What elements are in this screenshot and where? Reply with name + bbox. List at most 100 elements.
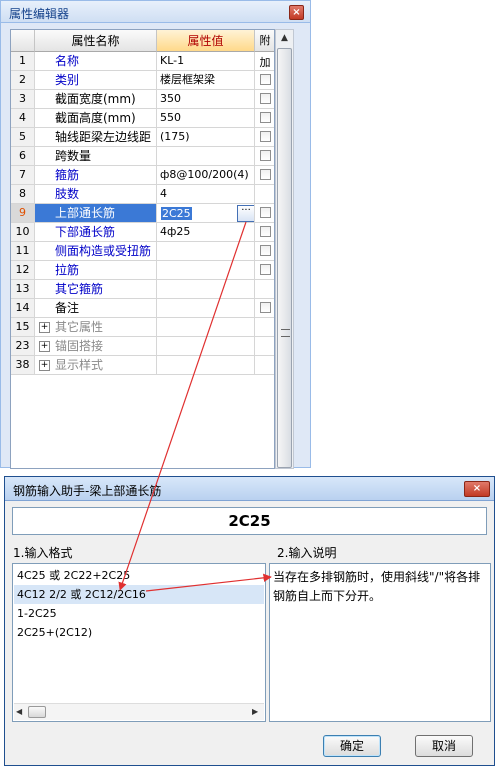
header-extra[interactable]: 附加 [255,30,274,69]
property-row[interactable]: 6 跨数量 [11,147,274,166]
ellipsis-button[interactable]: ··· [237,205,254,222]
property-value[interactable]: ф8@100/200(4) [157,166,255,185]
extra-checkbox[interactable] [260,207,271,218]
property-value[interactable] [157,147,255,166]
property-row[interactable]: 13 其它箍筋 [11,280,274,299]
extra-cell [255,299,274,318]
property-value[interactable] [157,318,255,337]
property-row[interactable]: 10 下部通长筋 4ф25 [11,223,274,242]
property-row[interactable]: 2 类别 楼层框架梁 [11,71,274,90]
property-value-editor[interactable]: 2C25 [161,207,192,220]
header-property-name[interactable]: 属性名称 [35,30,157,52]
expand-icon[interactable]: + [39,360,50,371]
property-name[interactable]: 截面宽度(mm) [35,90,157,109]
property-row[interactable]: 38 + 显示样式 [11,356,274,375]
row-number: 14 [11,299,35,318]
property-name[interactable]: 侧面构造或受扭筋 [35,242,157,261]
extra-checkbox[interactable] [260,150,271,161]
property-value[interactable]: 4 [157,185,255,204]
property-row[interactable]: 9 上部通长筋 2C25 ··· [11,204,274,223]
extra-checkbox[interactable] [260,74,271,85]
property-value[interactable]: 4ф25 [157,223,255,242]
property-value[interactable] [157,337,255,356]
extra-checkbox[interactable] [260,112,271,123]
cancel-button[interactable]: 取消 [415,735,473,757]
extra-cell [255,242,274,261]
row-number: 15 [11,318,35,337]
format-item[interactable]: 4C25 或 2C22+2C25 [14,566,264,585]
scroll-left-icon[interactable]: ◀ [16,707,22,716]
property-name[interactable]: + 其它属性 [35,318,157,337]
property-value[interactable] [157,242,255,261]
extra-checkbox[interactable] [260,169,271,180]
property-name[interactable]: 类别 [35,71,157,90]
format-item[interactable]: 2C25+(2C12) [14,623,264,642]
rebar-value-field[interactable]: 2C25 [12,507,487,535]
property-row[interactable]: 7 箍筋 ф8@100/200(4) [11,166,274,185]
scroll-right-icon[interactable]: ▶ [252,707,258,716]
property-row[interactable]: 8 肢数 4 [11,185,274,204]
property-name-text: 箍筋 [55,168,80,182]
format-item[interactable]: 1-2C25 [14,604,264,623]
property-name[interactable]: + 显示样式 [35,356,157,375]
property-value[interactable] [157,280,255,299]
property-name[interactable]: 肢数 [35,185,157,204]
property-name[interactable]: + 锚固搭接 [35,337,157,356]
dialog-close-icon[interactable]: × [464,481,490,497]
property-value[interactable]: 350 [157,90,255,109]
extra-cell [255,261,274,280]
property-value[interactable]: 楼层框架梁 [157,71,255,90]
row-number: 11 [11,242,35,261]
header-property-value[interactable]: 属性值 [157,30,255,52]
scroll-up-icon[interactable]: ▲ [276,30,293,47]
property-value[interactable]: KL-1 [157,52,255,71]
property-row[interactable]: 11 侧面构造或受扭筋 [11,242,274,261]
property-value[interactable] [157,356,255,375]
extra-checkbox[interactable] [260,264,271,275]
property-row[interactable]: 15 + 其它属性 [11,318,274,337]
property-name[interactable]: 备注 [35,299,157,318]
hscroll-thumb[interactable] [28,706,46,718]
property-row[interactable]: 14 备注 [11,299,274,318]
extra-cell [255,128,274,147]
format-list-hscrollbar[interactable]: ◀ ▶ [14,703,264,720]
property-name[interactable]: 拉筋 [35,261,157,280]
property-value[interactable] [157,299,255,318]
property-value[interactable]: 2C25 ··· [157,204,255,223]
property-value[interactable] [157,261,255,280]
property-row[interactable]: 23 + 锚固搭接 [11,337,274,356]
extra-checkbox[interactable] [260,131,271,142]
property-name[interactable]: 名称 [35,52,157,71]
property-name[interactable]: 截面高度(mm) [35,109,157,128]
property-grid: 属性名称 属性值 附加 1 名称 KL-1 2 类别 楼层框架梁 3 截面宽度(mm) 350 4… [10,29,275,469]
property-row[interactable]: 5 轴线距梁左边线距 (175) [11,128,274,147]
property-row[interactable]: 4 截面高度(mm) 550 [11,109,274,128]
description-section-label: 2.输入说明 [277,546,337,560]
extra-checkbox[interactable] [260,245,271,256]
format-list[interactable]: 4C25 或 2C22+2C25 4C12 2/2 或 2C12/2C16 1-… [12,563,266,722]
property-row[interactable]: 3 截面宽度(mm) 350 [11,90,274,109]
row-number: 3 [11,90,35,109]
property-grid-scrollbar[interactable]: ▲ [275,29,294,469]
format-item-selected[interactable]: 4C12 2/2 或 2C12/2C16 [14,585,264,604]
property-name[interactable]: 下部通长筋 [35,223,157,242]
scrollbar-thumb[interactable] [277,48,292,468]
extra-checkbox[interactable] [260,302,271,313]
property-name[interactable]: 箍筋 [35,166,157,185]
expand-icon[interactable]: + [39,322,50,333]
ok-button[interactable]: 确定 [323,735,381,757]
property-value[interactable]: 550 [157,109,255,128]
property-value[interactable]: (175) [157,128,255,147]
property-name[interactable]: 轴线距梁左边线距 [35,128,157,147]
property-editor-panel: 属性编辑器 × 属性名称 属性值 附加 1 名称 KL-1 2 类别 楼层框架梁 3 截面宽度… [0,0,311,469]
property-row[interactable]: 1 名称 KL-1 [11,52,274,71]
close-icon[interactable]: × [289,5,304,20]
property-row[interactable]: 12 拉筋 [11,261,274,280]
extra-checkbox[interactable] [260,93,271,104]
extra-cell [255,223,274,242]
expand-icon[interactable]: + [39,341,50,352]
property-name[interactable]: 跨数量 [35,147,157,166]
property-name[interactable]: 其它箍筋 [35,280,157,299]
extra-checkbox[interactable] [260,226,271,237]
property-name[interactable]: 上部通长筋 [35,204,157,223]
